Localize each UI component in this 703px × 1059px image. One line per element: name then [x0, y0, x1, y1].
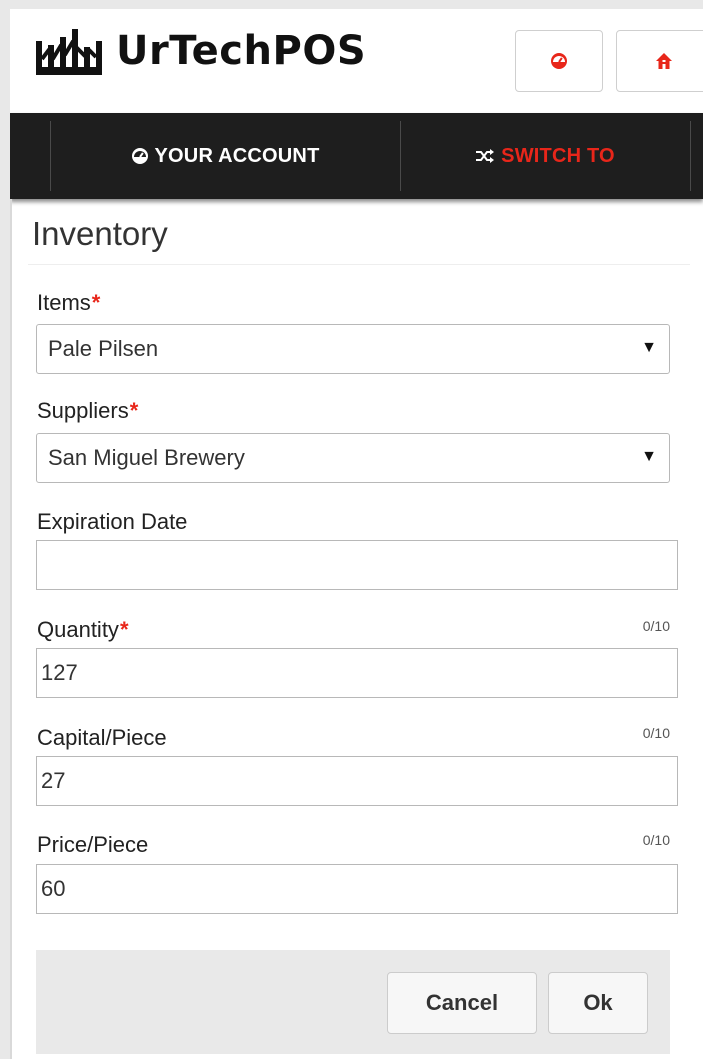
shuffle-icon: [475, 149, 495, 163]
nav-switch-to-label: SWITCH TO: [501, 144, 615, 167]
suppliers-select-value: San Miguel Brewery: [48, 445, 245, 470]
quantity-input[interactable]: 127: [36, 648, 678, 698]
dialog-footer: Cancel Ok: [36, 950, 670, 1054]
ok-button[interactable]: Ok: [548, 972, 648, 1034]
price-per-piece-label-text: Price/Piece: [37, 832, 149, 857]
suppliers-label-text: Suppliers: [37, 398, 129, 423]
items-select[interactable]: Pale Pilsen ▼: [36, 324, 670, 374]
suppliers-select[interactable]: San Miguel Brewery ▼: [36, 433, 670, 483]
required-marker: *: [91, 290, 101, 315]
nav-your-account-label: YOUR ACCOUNT: [154, 144, 320, 167]
home-button[interactable]: [616, 30, 703, 92]
bar-chart-logo-icon: [36, 29, 102, 75]
dashboard-icon: [131, 147, 149, 165]
nav-switch-to[interactable]: SWITCH TO: [400, 113, 690, 199]
app-logo[interactable]: UrTechPOS: [34, 21, 366, 81]
nav-divider: [690, 121, 691, 191]
page-title: Inventory: [32, 215, 168, 252]
capital-per-piece-label: Capital/Piece: [37, 725, 167, 751]
dropdown-arrow-icon: ▼: [641, 339, 657, 356]
capital-per-piece-label-text: Capital/Piece: [37, 725, 167, 750]
quantity-label-text: Quantity: [37, 617, 119, 642]
required-marker: *: [119, 617, 129, 642]
price-char-counter: 0/10: [642, 832, 670, 848]
capital-per-piece-input[interactable]: 27: [36, 756, 678, 806]
dropdown-arrow-icon: ▼: [641, 448, 657, 465]
dashboard-icon: [551, 53, 567, 69]
suppliers-label: Suppliers*: [37, 398, 138, 424]
required-marker: *: [129, 398, 139, 423]
items-label-text: Items: [37, 290, 91, 315]
app-window: UrTechPOS YOUR ACCOUNT SWITCH TO Invento…: [10, 9, 703, 1059]
price-per-piece-input[interactable]: 60: [36, 864, 678, 914]
expiration-date-label-text: Expiration Date: [37, 509, 188, 534]
quantity-char-counter: 0/10: [642, 618, 670, 634]
expiration-date-label: Expiration Date: [37, 509, 187, 535]
items-label: Items*: [37, 290, 100, 316]
app-title: UrTechPOS: [116, 28, 367, 74]
nav-your-account[interactable]: YOUR ACCOUNT: [50, 113, 400, 199]
items-select-value: Pale Pilsen: [48, 336, 159, 361]
expiration-date-input[interactable]: [36, 540, 678, 590]
title-divider: [28, 264, 690, 265]
quantity-label: Quantity*: [37, 617, 129, 643]
frame-border: [10, 199, 12, 1059]
top-header: UrTechPOS: [10, 9, 703, 113]
price-per-piece-label: Price/Piece: [37, 832, 148, 858]
dashboard-button[interactable]: [515, 30, 603, 92]
cancel-button[interactable]: Cancel: [387, 972, 537, 1034]
capital-char-counter: 0/10: [642, 725, 670, 741]
home-icon: [655, 53, 672, 69]
nav-bar: YOUR ACCOUNT SWITCH TO: [10, 113, 703, 199]
